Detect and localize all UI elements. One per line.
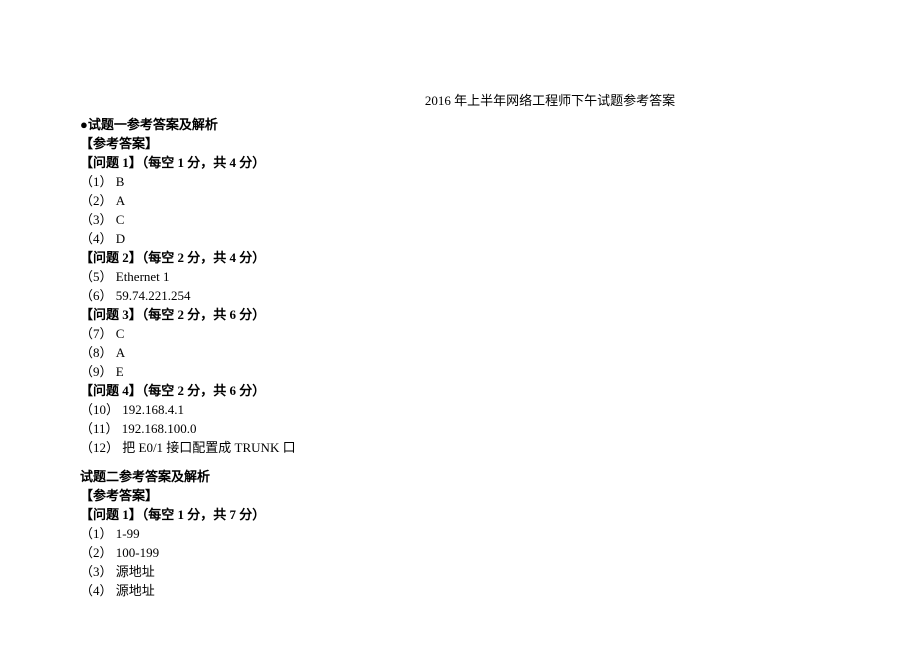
- section-1: ●试题一参考答案及解析 【参考答案】 【问题 1】（每空 1 分，共 4 分） …: [80, 115, 840, 457]
- question-heading: 【问题 1】（每空 1 分，共 4 分）: [80, 153, 840, 172]
- answer-line: （8） A: [80, 343, 840, 362]
- answer-line: （3） C: [80, 210, 840, 229]
- question-heading: 【问题 3】（每空 2 分，共 6 分）: [80, 305, 840, 324]
- answer-line: （4） 源地址: [80, 581, 840, 600]
- answer-line: （2） 100-199: [80, 543, 840, 562]
- section-subheader: 【参考答案】: [80, 134, 840, 153]
- answer-line: （3） 源地址: [80, 562, 840, 581]
- section-header: ●试题一参考答案及解析: [80, 115, 840, 134]
- answer-line: （12） 把 E0/1 接口配置成 TRUNK 口: [80, 438, 840, 457]
- answer-line: （1） 1-99: [80, 524, 840, 543]
- question-heading: 【问题 2】（每空 2 分，共 4 分）: [80, 248, 840, 267]
- question-heading: 【问题 1】（每空 1 分，共 7 分）: [80, 505, 840, 524]
- answer-line: （9） E: [80, 362, 840, 381]
- answer-line: （5） Ethernet 1: [80, 267, 840, 286]
- section-2: 试题二参考答案及解析 【参考答案】 【问题 1】（每空 1 分，共 7 分） （…: [80, 467, 840, 600]
- answer-line: （6） 59.74.221.254: [80, 286, 840, 305]
- answer-line: （1） B: [80, 172, 840, 191]
- answer-line: （11） 192.168.100.0: [80, 419, 840, 438]
- answer-line: （4） D: [80, 229, 840, 248]
- section-subheader: 【参考答案】: [80, 486, 840, 505]
- section-header: 试题二参考答案及解析: [80, 467, 840, 486]
- document-page: 2016 年上半年网络工程师下午试题参考答案 ●试题一参考答案及解析 【参考答案…: [0, 0, 880, 600]
- answer-line: （2） A: [80, 191, 840, 210]
- answer-line: （7） C: [80, 324, 840, 343]
- question-heading: 【问题 4】（每空 2 分，共 6 分）: [80, 381, 840, 400]
- answer-line: （10） 192.168.4.1: [80, 400, 840, 419]
- page-title: 2016 年上半年网络工程师下午试题参考答案: [260, 90, 840, 109]
